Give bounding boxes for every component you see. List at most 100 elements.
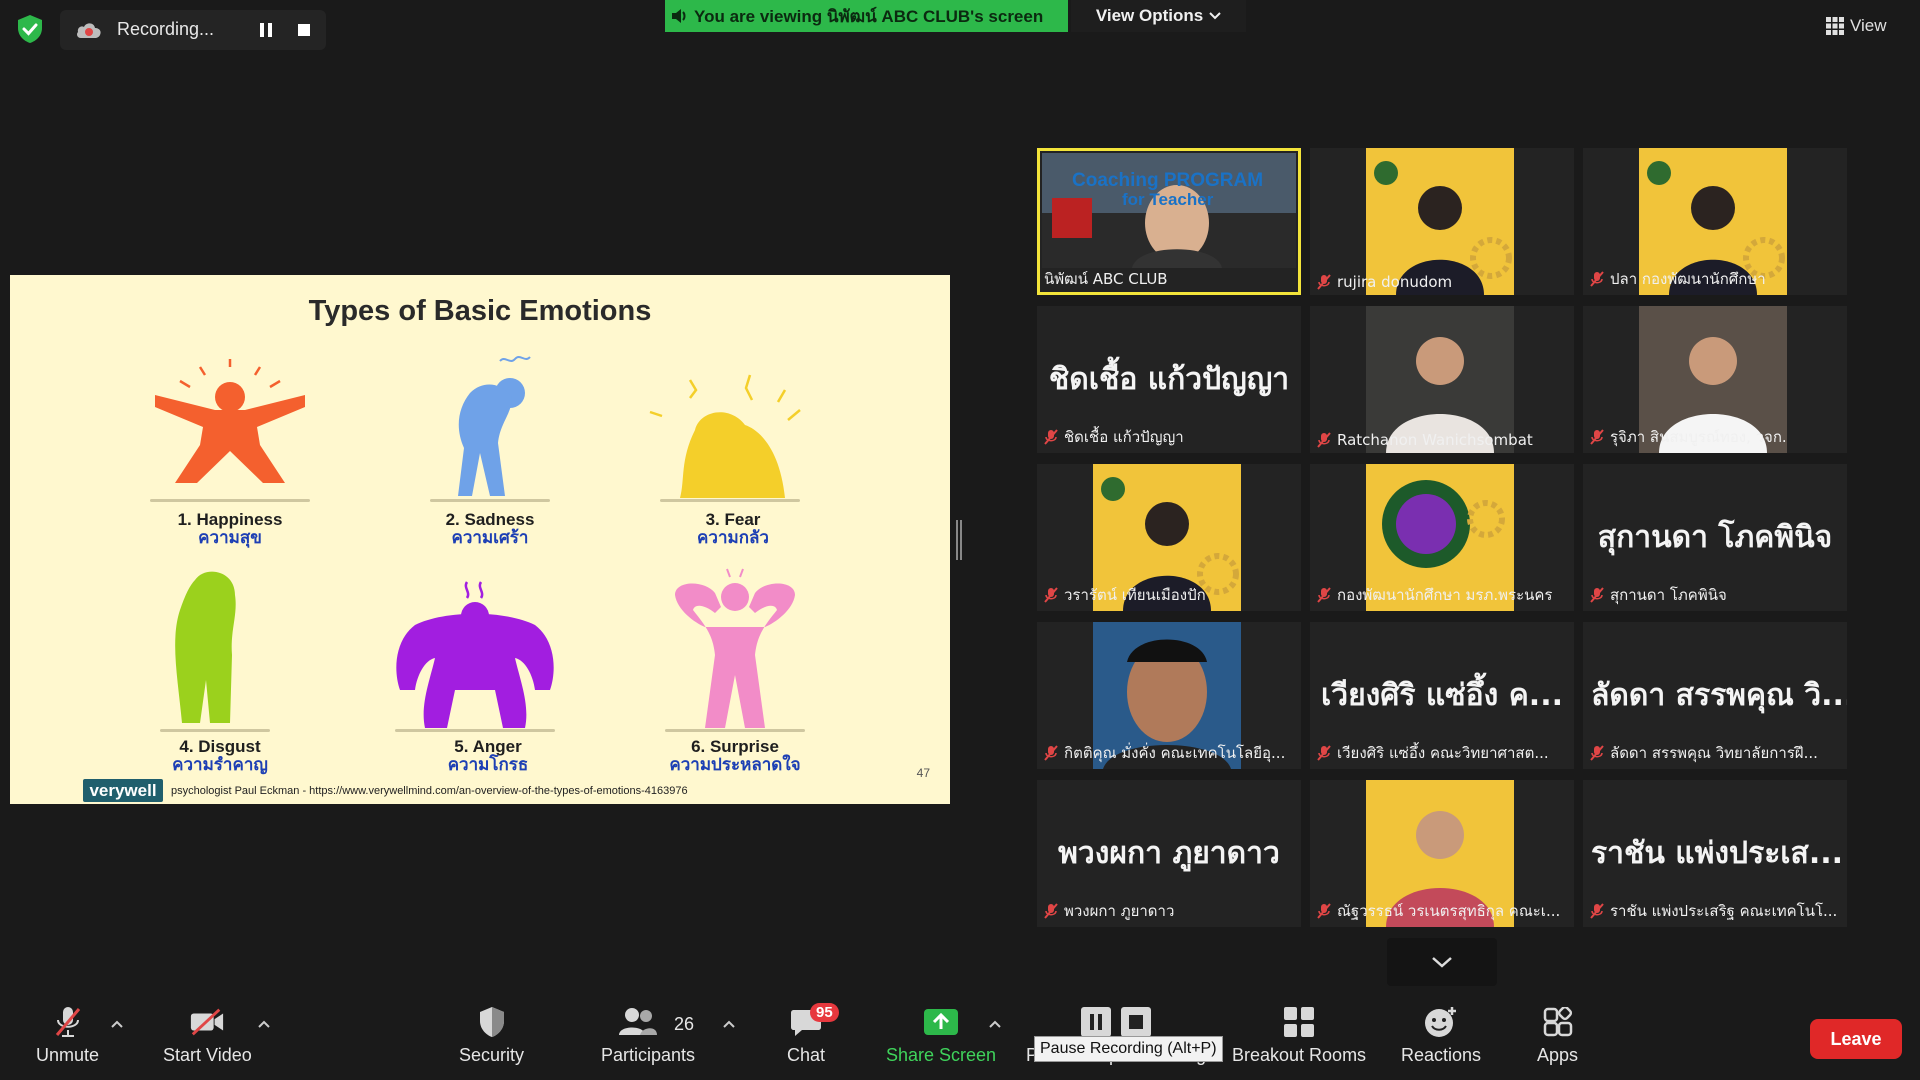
breakout-rooms-icon [1284,1007,1315,1037]
participant-display-name: ลัดดา สรรพคุณ วิ... [1591,678,1847,713]
participant-tile[interactable]: วรารัตน์ เทียนเมืองปัก [1037,464,1301,611]
participant-name-label: นิพัฒน์ ABC CLUB [1044,267,1297,291]
view-options-label: View Options [1095,6,1204,25]
muted-mic-icon [1317,587,1331,603]
surprise-figure [675,568,795,728]
participant-name-label: ณัฐวรรธน์ วรเนตรสุทธิกุล คณะเ... [1317,899,1570,923]
participant-tile[interactable]: rujira donudom [1310,148,1574,295]
participant-display-name: ราชัน แพ่งประเส... [1591,836,1844,871]
ground-line [160,729,270,732]
participant-tile[interactable]: กองพัฒนานักศึกษา มรภ.พระนคร [1310,464,1574,611]
participant-tile[interactable]: ชิดเชื้อ แก้วปัญญา ชิดเชื้อ แก้วปัญญา [1037,306,1301,453]
security-button[interactable]: Security [459,1005,524,1066]
participant-name: ปลา กองพัฒนานักศึกษา [1610,270,1766,288]
security-shield-icon[interactable] [16,14,44,44]
emotion-th: ความโกรธ [447,755,529,774]
shared-screen-slide: Types of Basic Emotions 1. Happiness ควา… [10,275,950,804]
emotion-disgust: 4. Disgust ความรำคาญ [125,738,315,774]
emotion-happiness: 1. Happiness ความสุข [135,511,325,547]
ground-line [150,499,310,502]
participant-name: ลัดดา สรรพคุณ วิทยาลัยการฝึ... [1610,744,1818,762]
participant-tile[interactable]: ราชัน แพ่งประเส... ราชัน แพ่งประเสริฐ คณะ… [1583,780,1847,927]
participant-tile[interactable]: กิตติคุณ มั่งคั่ง คณะเทคโนโลยีอุ... [1037,622,1301,769]
pause-recording-icon[interactable] [254,18,278,42]
muted-mic-icon [1317,903,1331,919]
participant-tile[interactable]: รุจิภา สินสมบูรณ์ทอง, วจก. [1583,306,1847,453]
fear-figure [649,374,801,498]
participant-tile[interactable]: ณัฐวรรธน์ วรเนตรสุทธิกุล คณะเ... [1310,780,1574,927]
gallery-next-page-button[interactable] [1387,938,1497,986]
participant-display-name: พวงผกา ภูยาดาว [1058,836,1280,871]
screen-share-banner: You are viewing นิพัฒน์ ABC CLUB's scree… [665,0,1068,32]
emotion-th: ความสุข [198,528,262,547]
video-options-caret-icon[interactable] [256,1018,272,1030]
ground-line [395,729,555,732]
security-label: Security [459,1045,525,1065]
grid-view-icon [1826,17,1844,35]
reactions-smiley-icon [1425,1007,1457,1037]
chat-label: Chat [787,1045,826,1065]
participant-tile[interactable]: เวียงศิริ แซ่อึ้ง ค... เวียงศิริ แซ่อึ้ง … [1310,622,1574,769]
start-video-button[interactable]: Start Video [163,1005,252,1066]
emotion-en: 6. Surprise [691,737,779,756]
leave-button[interactable]: Leave [1810,1019,1902,1059]
emotion-en: 4. Disgust [179,737,261,756]
participant-tile[interactable]: Ratchanon Wanichsombat [1310,306,1574,453]
verywell-logo: verywell [83,779,163,802]
pause-icon [1081,1007,1112,1037]
disgust-figure [175,571,236,723]
participant-name: วรารัตน์ เทียนเมืองปัก [1064,586,1206,604]
banner-text: You are viewing นิพัฒน์ ABC CLUB's scree… [694,6,1044,26]
participant-tile[interactable]: ปลา กองพัฒนานักศึกษา [1583,148,1847,295]
split-resize-handle[interactable] [956,520,962,560]
participant-tile[interactable]: พวงผกา ภูยาดาว พวงผกา ภูยาดาว [1037,780,1301,927]
participant-name-label: เวียงศิริ แซ่อึ้ง คณะวิทยาศาสต... [1317,741,1570,765]
share-options-caret-icon[interactable] [987,1018,1003,1030]
muted-mic-icon [1044,429,1058,445]
participant-name-label: สุกานดา โภคพินิจ [1590,583,1843,607]
emotion-th: ความกลัว [697,528,769,547]
emotion-th: ความประหลาดใจ [669,755,801,774]
participant-name: เวียงศิริ แซ่อึ้ง คณะวิทยาศาสต... [1337,744,1549,762]
audio-options-caret-icon[interactable] [109,1018,125,1030]
sadness-figure [458,356,531,496]
participants-icon [619,1008,658,1035]
participant-name-label: ราชัน แพ่งประเสริฐ คณะเทคโนโ... [1590,899,1843,923]
muted-mic-icon [1044,587,1058,603]
participant-name-label: ปลา กองพัฒนานักศึกษา [1590,267,1843,291]
participant-name: ชิดเชื้อ แก้วปัญญา [1064,428,1184,446]
chevron-down-icon [1432,957,1452,968]
view-button[interactable]: View [1826,16,1887,36]
muted-mic-icon [1590,745,1604,761]
muted-mic-icon [1044,745,1058,761]
participants-caret-icon[interactable] [721,1018,737,1030]
slide-credit: psychologist Paul Eckman - https://www.v… [171,785,688,797]
apps-button[interactable]: Apps [1537,1005,1578,1066]
participant-name: กิตติคุณ มั่งคั่ง คณะเทคโนโลยีอุ... [1064,744,1286,762]
share-screen-button[interactable]: Share Screen [886,1005,996,1066]
muted-mic-icon [1590,429,1604,445]
breakout-rooms-label: Breakout Rooms [1232,1045,1367,1065]
emotion-fear: 3. Fear ความกลัว [638,511,828,547]
unmute-button[interactable]: Unmute [36,1005,99,1066]
recording-status: Recording... [117,19,215,39]
apps-label: Apps [1537,1045,1579,1065]
breakout-rooms-button[interactable]: Breakout Rooms [1232,1005,1366,1066]
stop-recording-icon[interactable] [292,18,316,42]
participant-tile[interactable]: Coaching PROGRAM for Teacher นิพัฒน์ ABC … [1037,148,1301,295]
speaker-icon [672,9,686,23]
participant-name: ณัฐวรรธน์ วรเนตรสุทธิกุล คณะเ... [1337,902,1561,920]
video-overlay-subtext: for Teacher [1122,190,1214,209]
emotion-en: 3. Fear [705,510,761,529]
anger-figure [396,581,554,728]
participant-name: rujira donudom [1337,273,1453,291]
participant-tile[interactable]: ลัดดา สรรพคุณ วิ... ลัดดา สรรพคุณ วิทยาลั… [1583,622,1847,769]
ground-line [430,499,550,502]
participant-display-name: ชิดเชื้อ แก้วปัญญา [1048,362,1290,397]
reactions-button[interactable]: Reactions [1401,1005,1481,1066]
view-options-button[interactable]: View Options [1071,0,1246,32]
participant-name: ราชัน แพ่งประเสริฐ คณะเทคโนโ... [1610,902,1838,920]
happiness-figure [155,359,305,483]
participant-name-label: กองพัฒนานักศึกษา มรภ.พระนคร [1317,583,1570,607]
participant-tile[interactable]: สุกานดา โภคพินิจ สุกานดา โภคพินิจ [1583,464,1847,611]
